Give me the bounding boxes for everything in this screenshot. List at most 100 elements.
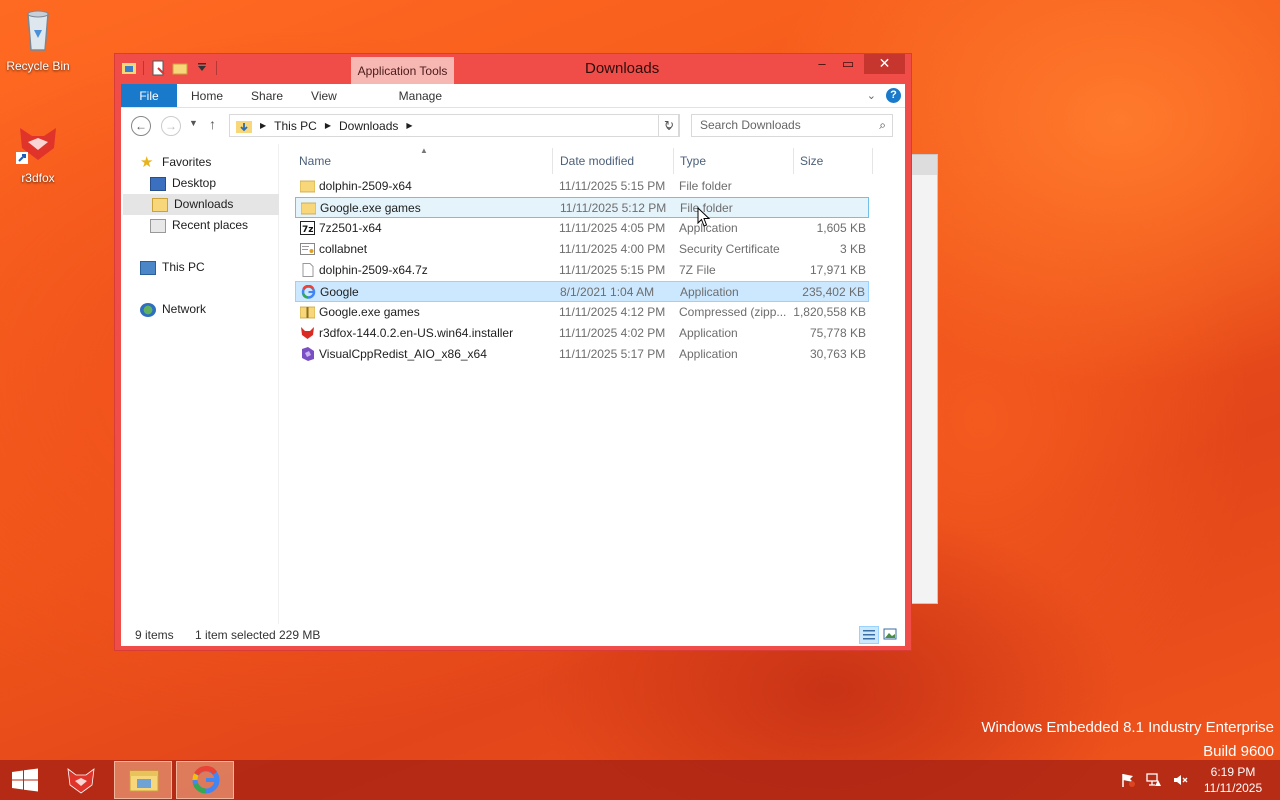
nav-label: Network	[162, 302, 207, 316]
file-explorer-icon	[129, 770, 159, 792]
file-name: dolphin-2509-x64.7z	[319, 263, 428, 277]
customize-qat-icon[interactable]	[194, 60, 210, 76]
r3dfox-app-icon	[67, 768, 95, 794]
explorer-app-icon[interactable]	[121, 60, 137, 76]
tab-manage[interactable]: Manage	[369, 84, 472, 107]
file-name: 7z2501-x64	[319, 221, 382, 235]
file-size: 75,778 KB	[809, 326, 866, 340]
large-icons-view-button[interactable]	[881, 626, 901, 644]
tab-file[interactable]: File	[121, 84, 177, 107]
file-list: ▲ Name Date modified Type Size dolphin-2…	[280, 144, 905, 624]
application-tools-context-tab: Application Tools	[351, 57, 454, 85]
nav-favorites[interactable]: ★ Favorites	[140, 152, 211, 173]
taskbar-r3dfox[interactable]	[52, 761, 110, 799]
recycle-bin-icon	[27, 10, 49, 51]
file-name: collabnet	[319, 242, 368, 256]
nav-label: This PC	[162, 260, 205, 274]
start-button[interactable]	[0, 760, 50, 800]
address-bar[interactable]: ▶ This PC ▶ Downloads ▶ ⌄	[229, 114, 679, 137]
title-bar[interactable]: Application Tools Downloads – ▭ ✕	[115, 54, 911, 85]
tab-view[interactable]: View	[297, 84, 351, 107]
file-date: 11/11/2025 4:00 PM	[559, 242, 666, 256]
column-divider	[673, 148, 674, 174]
nav-recent-places[interactable]: Recent places	[150, 215, 248, 236]
file-name: dolphin-2509-x64	[319, 179, 412, 193]
desktop-icon	[150, 176, 166, 191]
taskbar-google[interactable]	[176, 761, 234, 799]
svg-text:7z: 7z	[302, 225, 314, 235]
file-row[interactable]: dolphin-2509-x64.7z 11/11/2025 5:15 PM 7…	[295, 260, 869, 281]
file-date: 11/11/2025 4:12 PM	[559, 305, 666, 319]
clock[interactable]: 6:19 PM 11/11/2025	[1198, 764, 1268, 796]
desktop-icon-recycle-bin[interactable]: Recycle Bin	[0, 6, 76, 73]
file-row[interactable]: 7z 7z2501-x64 11/11/2025 4:05 PM Applica…	[295, 218, 869, 239]
breadcrumb-this-pc[interactable]: This PC	[274, 119, 317, 133]
maximize-button[interactable]: ▭	[835, 54, 861, 74]
column-header-size[interactable]: Size	[800, 148, 823, 174]
file-icon	[302, 263, 314, 277]
file-row[interactable]: r3dfox-144.0.2.en-US.win64.installer 11/…	[295, 323, 869, 344]
column-header-type[interactable]: Type	[680, 148, 706, 174]
nav-downloads[interactable]: Downloads	[123, 194, 279, 215]
file-size: 30,763 KB	[809, 347, 866, 361]
file-row[interactable]: Google 8/1/2021 1:04 AM Application 235,…	[295, 281, 869, 302]
action-center-flag-icon[interactable]	[1120, 772, 1136, 788]
qat-separator	[143, 61, 144, 75]
file-type: Compressed (zipp...	[679, 305, 787, 319]
close-button[interactable]: ✕	[864, 54, 905, 74]
certificate-icon	[300, 243, 315, 255]
address-bar-row: ← → ▼ ↑ ▶ This PC ▶ Downloads ▶ ⌄ ↻ Sear…	[121, 108, 905, 144]
windows-edition-watermark: Windows Embedded 8.1 Industry Enterprise…	[981, 716, 1274, 764]
file-row[interactable]: VisualCppRedist_AIO_x86_x64 11/11/2025 5…	[295, 344, 869, 365]
properties-icon[interactable]	[150, 60, 166, 76]
file-size: 1,605 KB	[816, 221, 866, 235]
selected-size: 229 MB	[279, 628, 321, 642]
watermark-edition: Windows Embedded 8.1 Industry Enterprise	[981, 719, 1274, 736]
forward-button[interactable]: →	[161, 116, 181, 136]
help-icon[interactable]: ?	[886, 88, 901, 103]
navigation-pane: ★ Favorites Desktop Downloads Recent pla…	[121, 144, 279, 624]
file-name: Google.exe games	[319, 305, 420, 319]
nav-this-pc[interactable]: This PC	[140, 257, 205, 278]
explorer-body: ★ Favorites Desktop Downloads Recent pla…	[121, 144, 905, 624]
search-input[interactable]: Search Downloads ⌕	[691, 114, 893, 137]
details-view-button[interactable]	[859, 626, 879, 644]
refresh-button[interactable]: ↻	[658, 114, 680, 137]
new-folder-icon[interactable]	[172, 60, 188, 76]
nav-network[interactable]: Network	[140, 299, 206, 320]
breadcrumb-downloads[interactable]: Downloads	[339, 119, 398, 133]
network-status-icon[interactable]	[1146, 772, 1162, 788]
expand-ribbon-icon[interactable]: ⌄	[867, 89, 876, 102]
desktop-icon-label: r3dfox	[21, 171, 55, 185]
nav-label: Recent places	[172, 218, 249, 232]
file-type: Security Certificate	[679, 242, 780, 256]
folder-icon	[300, 180, 315, 193]
window-title: Downloads	[585, 60, 660, 77]
taskbar-file-explorer[interactable]	[114, 761, 172, 799]
volume-muted-icon[interactable]	[1172, 772, 1188, 788]
file-row[interactable]: collabnet 11/11/2025 4:00 PM Security Ce…	[295, 239, 869, 260]
installer-icon	[302, 347, 314, 361]
quick-access-toolbar	[121, 60, 217, 76]
file-row[interactable]: Google.exe games 11/11/2025 5:12 PM File…	[295, 197, 869, 218]
desktop-icon-r3dfox[interactable]: r3dfox	[0, 118, 76, 185]
up-button[interactable]: ↑	[209, 116, 216, 132]
column-header-date[interactable]: Date modified	[560, 148, 634, 174]
sort-ascending-icon: ▲	[420, 146, 428, 155]
tab-share[interactable]: Share	[237, 84, 297, 107]
nav-desktop[interactable]: Desktop	[150, 173, 216, 194]
recent-locations-icon[interactable]: ▼	[189, 118, 198, 128]
tab-home[interactable]: Home	[177, 84, 237, 107]
star-icon: ★	[140, 153, 154, 171]
selected-count: 1 item selected	[195, 628, 276, 642]
file-size: 17,971 KB	[809, 263, 866, 277]
7zip-icon: 7z	[300, 221, 315, 235]
file-row[interactable]: Google.exe games 11/11/2025 4:12 PM Comp…	[295, 302, 869, 323]
ribbon-controls: ⌄ ?	[867, 84, 905, 107]
explorer-window: Application Tools Downloads – ▭ ✕ File H…	[114, 53, 912, 651]
back-button[interactable]: ←	[131, 116, 151, 136]
minimize-button[interactable]: –	[809, 54, 835, 74]
column-divider	[552, 148, 553, 174]
column-header-name[interactable]: Name	[299, 148, 331, 174]
file-row[interactable]: dolphin-2509-x64 11/11/2025 5:15 PM File…	[295, 176, 869, 197]
